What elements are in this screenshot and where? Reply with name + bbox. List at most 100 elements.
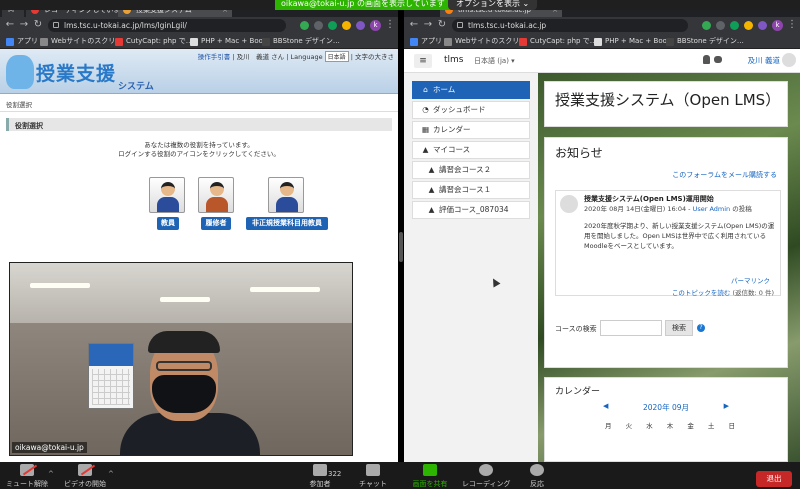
user-avatar[interactable] [782, 53, 796, 67]
extension-icon[interactable] [356, 21, 365, 30]
apps-grid-icon [6, 38, 14, 46]
manual-link[interactable]: 操作手引書 [198, 53, 231, 61]
irregular-teacher-role-icon[interactable] [268, 177, 304, 213]
post-meta: 2020年 08月 14日(金曜日) 16:04 - User Admin の投… [584, 203, 752, 213]
extension-icon[interactable] [758, 21, 767, 30]
extension-icon[interactable] [328, 21, 337, 30]
nav-item-my-courses[interactable]: ▲ マイコース [412, 141, 530, 159]
extension-icon[interactable] [300, 21, 309, 30]
help-icon[interactable]: ? [697, 324, 705, 332]
profile-avatar-icon[interactable]: k [370, 20, 381, 31]
bell-icon[interactable] [703, 55, 710, 64]
bookmark-apps[interactable]: アプリ [6, 36, 38, 47]
bookmark-item[interactable]: Webサイトのスクリ… [444, 36, 526, 47]
extension-icon[interactable] [744, 21, 753, 30]
unmute-button[interactable]: ミュート解除 [6, 464, 48, 489]
chat-bubble-icon[interactable] [714, 56, 722, 63]
read-topic-label: このトピックを読む [671, 289, 731, 297]
reload-icon[interactable]: ↻ [436, 19, 448, 30]
nav-item-calendar[interactable]: ▦ カレンダー [412, 121, 530, 139]
wall-calendar-icon [88, 343, 134, 409]
bookmark-item[interactable]: PHP + Mac + Boo… [594, 36, 674, 47]
post-author-link[interactable]: User Admin [693, 205, 731, 213]
teacher-role-button[interactable]: 教員 [157, 217, 179, 230]
nav-item-label: ホーム [433, 85, 456, 94]
start-video-button[interactable]: ビデオの開始 [62, 464, 108, 489]
right-bookmarks-bar: アプリ Webサイトのスクリ… CutyCapt: php で… PHP + M… [404, 34, 800, 49]
student-role-icon[interactable] [198, 177, 234, 213]
nav-item-dashboard[interactable]: ◔ ダッシュボード [412, 101, 530, 119]
nav-item-course[interactable]: ▲ 評価コース_087034 [412, 201, 530, 219]
bookmark-label: BBStone デザイン… [273, 37, 340, 45]
role-message-line2: ログインする役割のアイコンをクリックしてください。 [118, 150, 280, 158]
language-menu[interactable]: 日本語 (ja) ▾ [474, 56, 515, 66]
leave-meeting-button[interactable]: 退出 [756, 471, 792, 487]
back-arrow-icon[interactable]: ← [408, 19, 420, 30]
menu-dots-icon[interactable]: ⋮ [786, 19, 798, 30]
weekday: 水 [646, 422, 653, 430]
extension-icon[interactable] [342, 21, 351, 30]
share-screen-button[interactable]: 画面を共有 [408, 464, 452, 489]
nav-item-course[interactable]: ▲ 講習会コース２ [412, 161, 530, 179]
bookmark-item[interactable]: BBStone デザイン… [666, 36, 744, 47]
language-select[interactable]: 日本語 [324, 51, 349, 62]
user-menu-name[interactable]: 及川 義道 [748, 55, 780, 66]
forward-arrow-icon[interactable]: → [422, 19, 434, 30]
teacher-role-icon[interactable] [149, 177, 185, 213]
permalink-link[interactable]: パーマリンク [731, 275, 770, 285]
course-search-input[interactable] [600, 320, 662, 336]
menu-dots-icon[interactable]: ⋮ [384, 19, 396, 30]
bookmark-favicon-icon [519, 38, 527, 46]
participant-video[interactable]: oikawa@tokai-u.jp [9, 262, 353, 456]
back-arrow-icon[interactable]: ← [4, 19, 16, 30]
bookmark-item[interactable]: BBStone デザイン… [262, 36, 340, 47]
extension-icon[interactable] [716, 21, 725, 30]
reload-icon[interactable]: ↻ [32, 19, 44, 30]
extension-icon[interactable] [314, 21, 323, 30]
bookmark-apps[interactable]: アプリ [410, 36, 442, 47]
bookmark-label: Webサイトのスクリ… [455, 37, 527, 45]
bookmark-item[interactable]: CutyCapt: php で… [115, 36, 193, 47]
chevron-up-icon[interactable]: ^ [48, 470, 54, 478]
bookmark-label: Webサイトのスクリ… [51, 37, 123, 45]
student-role-button[interactable]: 履修者 [201, 217, 231, 230]
lms-top-links: 操作手引書 | 及川 義道 さん | Language 日本語 | 文字の大きさ [197, 51, 394, 62]
text-size-label[interactable]: 文字の大きさ [355, 53, 394, 61]
participant-name-label: oikawa@tokai-u.jp [12, 442, 87, 453]
read-topic-link[interactable]: このトピックを読む (返信数: 0 件) [672, 287, 774, 297]
bookmark-label: アプリ [421, 37, 442, 45]
person-glasses [156, 361, 212, 371]
bookmark-item[interactable]: Webサイトのスクリ… [40, 36, 122, 47]
address-bar[interactable]: lms.tsc.u-tokai.ac.jp/lms/lginLgil/ [48, 19, 286, 32]
irregular-teacher-role-button[interactable]: 非正規授業科目用教員 [246, 217, 328, 230]
record-button[interactable]: レコーディング [462, 464, 511, 489]
user-name: 及川 義道 さん [236, 53, 285, 61]
microphone-muted-icon [20, 464, 38, 476]
hamburger-menu-icon[interactable]: ≡ [414, 54, 432, 68]
extension-icon[interactable] [730, 21, 739, 30]
subscribe-link[interactable]: このフォーラムをメール購読する [672, 170, 777, 180]
reactions-button[interactable]: 反応 [524, 464, 550, 489]
search-button[interactable]: 検索 [665, 320, 693, 336]
extension-icon[interactable] [702, 21, 711, 30]
chat-button[interactable]: チャット [358, 464, 388, 489]
person-body-icon [276, 197, 298, 212]
chevron-up-icon[interactable]: ^ [108, 470, 114, 478]
bookmark-item[interactable]: PHP + Mac + Boo… [190, 36, 270, 47]
profile-avatar-icon[interactable]: k [772, 20, 783, 31]
bookmark-item[interactable]: CutyCapt: php で… [519, 36, 597, 47]
forward-arrow-icon[interactable]: → [18, 19, 30, 30]
share-options-button[interactable]: オプションを表示 ⌄ [448, 0, 538, 10]
lms-logo-icon [6, 55, 34, 89]
address-bar[interactable]: tlms.tsc.u-tokai.ac.jp [452, 19, 688, 32]
nav-item-home[interactable]: ⌂ ホーム [412, 81, 530, 99]
next-month-icon[interactable]: ▶ [724, 402, 729, 410]
video-ceiling [10, 263, 352, 323]
split-resize-handle[interactable] [399, 232, 403, 262]
news-post: 授業支援システム(Open LMS)運用開始 2020年 08月 14日(金曜日… [555, 190, 781, 297]
role-message-line1: あなたは複数の役割を持っています。 [144, 141, 254, 149]
person-head-icon [161, 182, 175, 196]
author-avatar [560, 195, 578, 213]
nav-item-course[interactable]: ▲ 講習会コース１ [412, 181, 530, 199]
site-name[interactable]: tlms [444, 55, 464, 65]
